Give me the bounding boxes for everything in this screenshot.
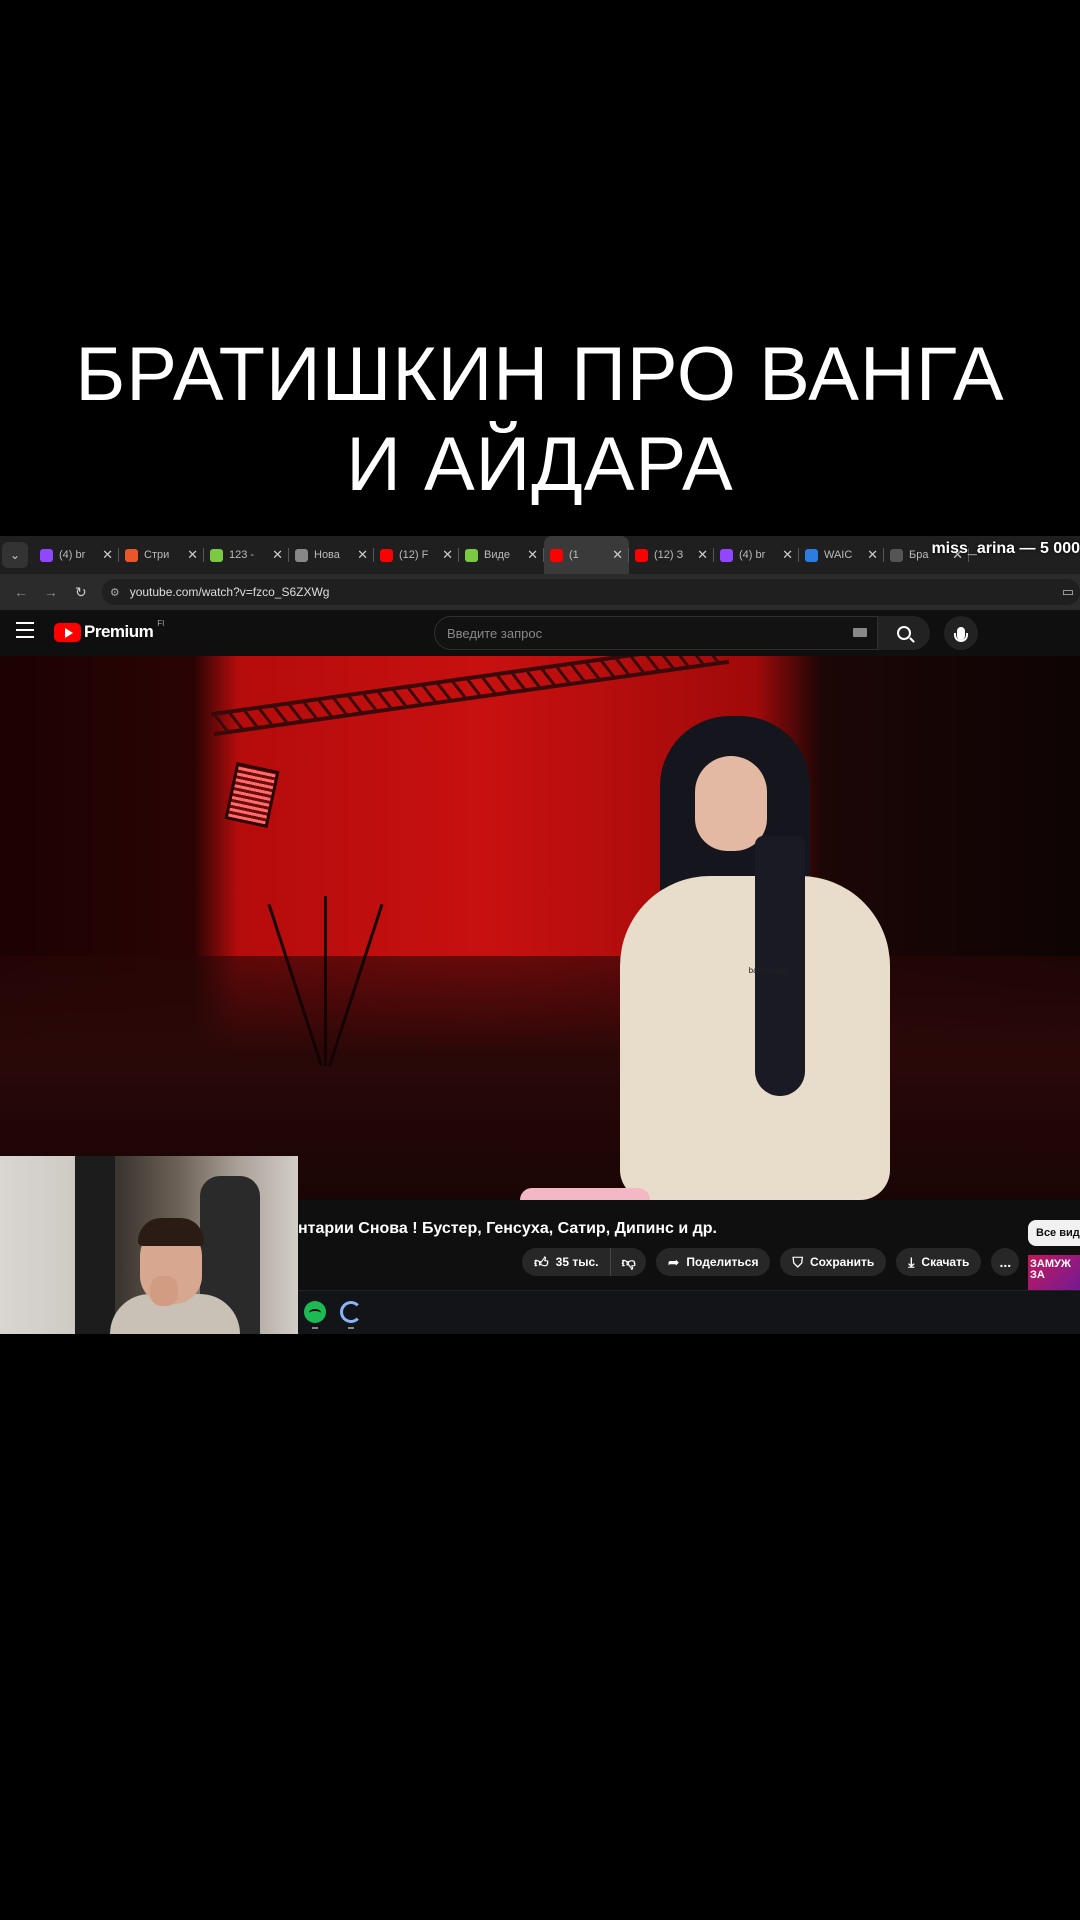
browser-tab[interactable]: (1 ✕ — [544, 536, 629, 574]
search-icon — [897, 626, 911, 640]
donation-icon — [125, 548, 138, 562]
w-icon — [805, 548, 818, 562]
share-icon: ➦ — [667, 1253, 680, 1270]
close-icon[interactable]: ✕ — [782, 547, 793, 563]
share-button[interactable]: ➦ Поделиться — [655, 1248, 771, 1276]
browser-icon[interactable] — [340, 1301, 362, 1323]
logo-text: Premium — [84, 622, 154, 641]
voice-search-button[interactable] — [944, 616, 978, 650]
chevron-down-icon[interactable]: ⌄ — [2, 542, 28, 568]
microphone-icon — [954, 626, 968, 642]
close-icon[interactable]: ✕ — [442, 547, 453, 563]
bookmark-icon: ⛉ — [792, 1253, 803, 1270]
donation-overlay: miss_arina — 5 000 — [931, 540, 1080, 557]
cast-icon[interactable]: ▭ — [1062, 584, 1074, 600]
youtube-icon — [635, 548, 648, 562]
download-label: Скачать — [921, 1255, 970, 1269]
share-label: Поделиться — [686, 1255, 759, 1269]
battery-icon — [210, 548, 223, 562]
youtube-play-icon — [54, 622, 81, 642]
site-info-icon[interactable]: ⚙ — [110, 586, 120, 599]
browser-tab[interactable]: Нова ✕ — [289, 536, 374, 574]
close-icon[interactable]: ✕ — [867, 547, 878, 563]
tab-label: (12) F — [399, 549, 429, 561]
youtube-icon — [550, 548, 563, 562]
close-icon[interactable]: ✕ — [357, 547, 368, 563]
more-icon: ... — [999, 1254, 1012, 1270]
save-label: Сохранить — [809, 1255, 875, 1269]
url-text: youtube.com/watch?v=fzco_S6ZXWg — [129, 585, 330, 599]
twitch-icon — [40, 548, 53, 562]
browser-tab[interactable]: (12) З ✕ — [629, 536, 714, 574]
tripod — [267, 886, 384, 1067]
region-code: FI — [157, 618, 165, 628]
menu-icon[interactable] — [16, 622, 34, 638]
address-bar: ← → ↻ ⚙ youtube.com/watch?v=fzco_S6ZXWg … — [0, 574, 1080, 610]
save-button[interactable]: ⛉ Сохранить — [780, 1248, 887, 1276]
tab-label: Нова — [314, 549, 340, 561]
download-icon: ⤓ — [908, 1253, 915, 1270]
youtube-icon — [380, 548, 393, 562]
browser-tab[interactable]: Виде ✕ — [459, 536, 544, 574]
dislike-button[interactable]: 👎︎ — [611, 1248, 646, 1276]
thumbs-up-icon: 👍︎ — [534, 1253, 549, 1270]
tab-label: (1 — [569, 549, 579, 561]
search-input[interactable]: Введите запрос — [434, 616, 878, 650]
browser-tab[interactable]: 123 - ✕ — [204, 536, 289, 574]
close-icon[interactable]: ✕ — [102, 547, 113, 563]
shirt-brand: balenciaga — [748, 966, 788, 975]
browser-tab[interactable]: (4) br ✕ — [34, 536, 119, 574]
browser-tab[interactable]: (4) br ✕ — [714, 536, 799, 574]
forward-icon[interactable]: → — [36, 584, 66, 600]
browser-tab[interactable]: Стри ✕ — [119, 536, 204, 574]
battery-icon — [465, 548, 478, 562]
like-dislike-group: 👍︎ 35 тыс. 👎︎ — [522, 1248, 646, 1276]
video-actions: 👍︎ 35 тыс. 👎︎ ➦ Поделиться ⛉ Сохранить ⤓… — [522, 1248, 1020, 1276]
tab-label: (12) З — [654, 549, 684, 561]
tab-label: (4) br — [739, 549, 766, 561]
twitch-icon — [720, 548, 733, 562]
url-field[interactable]: ⚙ youtube.com/watch?v=fzco_S6ZXWg — [101, 579, 1080, 605]
fp-icon — [890, 548, 903, 562]
like-button[interactable]: 👍︎ 35 тыс. — [522, 1248, 612, 1276]
thumbs-down-icon: 👎︎ — [621, 1253, 636, 1270]
browser-tab[interactable]: WAIC ✕ — [799, 536, 884, 574]
studio-light — [224, 762, 280, 828]
youtube-logo[interactable]: Premium FI — [54, 618, 165, 642]
tab-label: (4) br — [59, 549, 86, 561]
youtube-header: Premium FI Введите запрос — [0, 610, 1080, 656]
like-count: 35 тыс. — [555, 1255, 599, 1269]
tab-label: Стри — [144, 549, 170, 561]
back-icon[interactable]: ← — [6, 584, 36, 600]
headline-line-2: И АЙДАРА — [346, 422, 734, 507]
search-button[interactable] — [878, 616, 930, 650]
streamer-webcam — [0, 1156, 298, 1334]
browser-tab-bar: ⌄ (4) br ✕ Стри ✕ 123 - ✕ Нова ✕ (12) F ✕ Виде ✕ (1 ✕… — [0, 536, 1080, 574]
more-actions-button[interactable]: ... — [991, 1248, 1020, 1276]
close-icon[interactable]: ✕ — [612, 547, 623, 563]
reload-icon[interactable]: ↻ — [66, 584, 96, 601]
tab-label: 123 - — [229, 549, 255, 561]
tab-label: WAIC — [824, 549, 853, 561]
headline-line-1: БРАТИШКИН ПРО ВАНГА — [75, 332, 1005, 417]
download-button[interactable]: ⤓ Скачать — [896, 1248, 982, 1276]
close-icon[interactable]: ✕ — [527, 547, 538, 563]
keyboard-icon[interactable] — [853, 628, 867, 637]
video-title: нтарии Снова ! Бустер, Генсуха, Сатир, Д… — [298, 1220, 717, 1237]
spotify-icon[interactable] — [304, 1301, 326, 1323]
tab-label: Виде — [484, 549, 511, 561]
filter-chip-all[interactable]: Все вид — [1028, 1220, 1080, 1246]
search-placeholder: Введите запрос — [447, 625, 543, 641]
browser-tab[interactable]: (12) F ✕ — [374, 536, 459, 574]
globe-icon — [295, 548, 308, 562]
close-icon[interactable]: ✕ — [697, 547, 708, 563]
video-person: balenciaga — [620, 716, 890, 1200]
close-icon[interactable]: ✕ — [272, 547, 283, 563]
video-player[interactable]: balenciaga — [0, 656, 1080, 1200]
headline: БРАТИШКИН ПРО ВАНГА И АЙДАРА — [0, 330, 1080, 510]
tab-list: (4) br ✕ Стри ✕ 123 - ✕ Нова ✕ (12) F ✕ Виде ✕ (1 ✕ (1… — [34, 536, 969, 574]
close-icon[interactable]: ✕ — [187, 547, 198, 563]
